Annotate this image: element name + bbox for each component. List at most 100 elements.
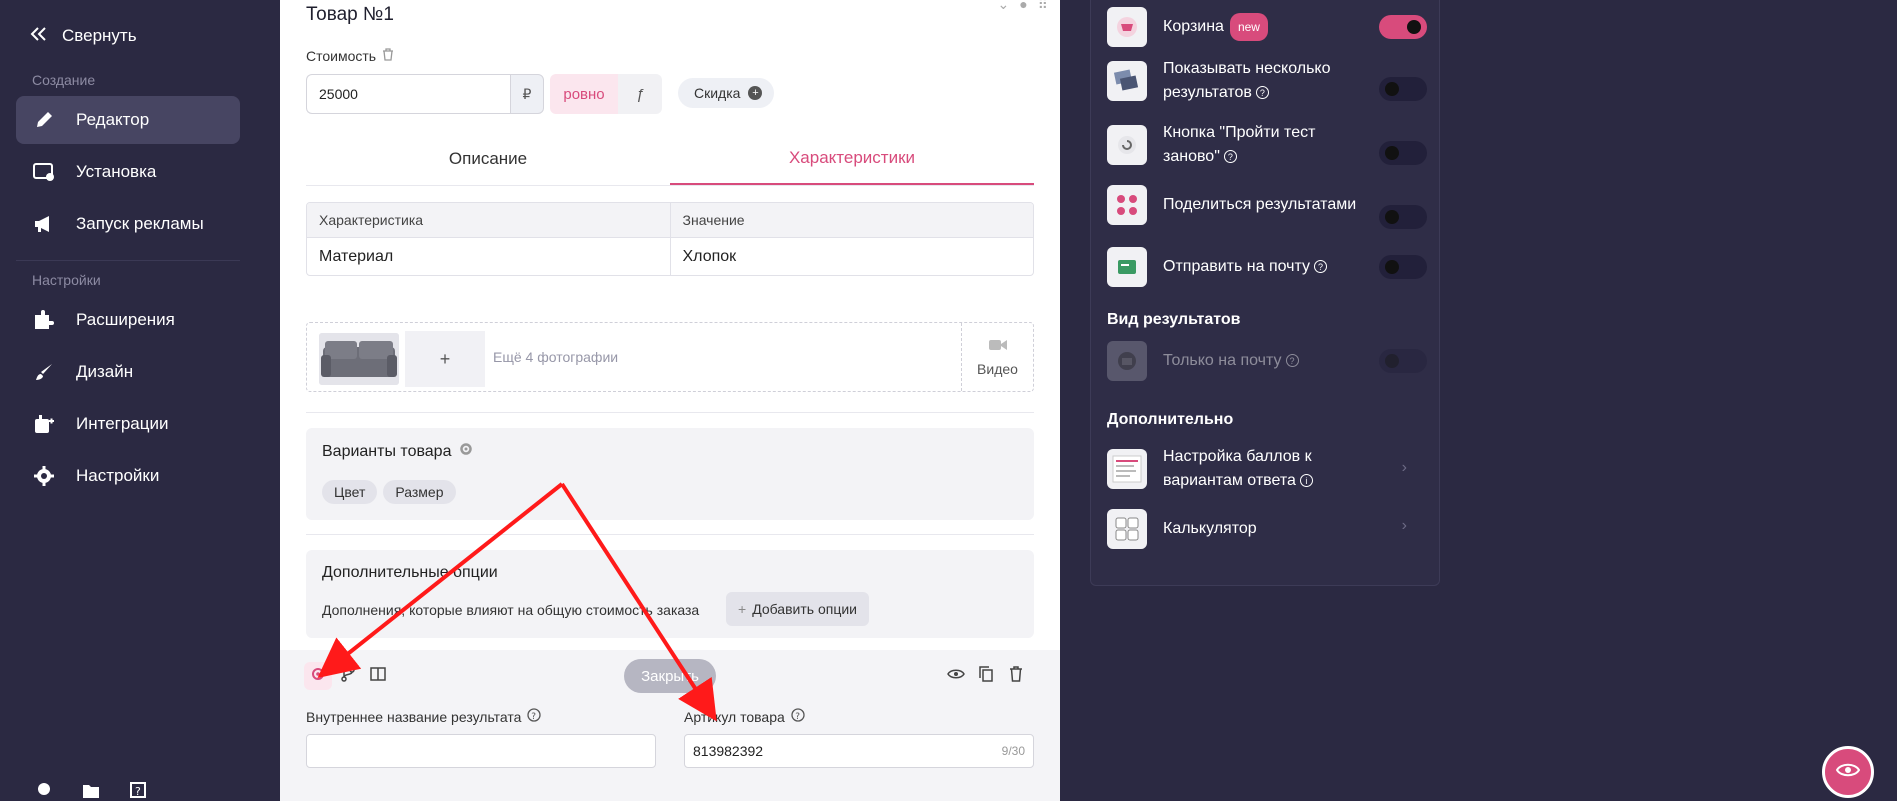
- lightbulb-icon[interactable]: [36, 782, 52, 801]
- eye-icon: [947, 667, 965, 685]
- sidebar-item-integrations[interactable]: Интеграции: [16, 400, 240, 448]
- options-block: Дополнительные опции Дополнения, которые…: [306, 550, 1034, 638]
- sidebar-item-ads[interactable]: Запуск рекламы: [16, 200, 240, 248]
- copy-icon: [979, 665, 993, 687]
- product-photo[interactable]: [319, 333, 399, 385]
- setting-cart: Корзина new: [1107, 7, 1427, 47]
- cart-icon: [1107, 7, 1147, 47]
- help-icon[interactable]: ?: [1255, 86, 1269, 100]
- gear-icon: [310, 666, 326, 687]
- cart-toggle[interactable]: [1379, 15, 1427, 39]
- scores-icon: [1107, 449, 1147, 489]
- extensions-icon: [32, 308, 56, 332]
- branch-icon: [341, 665, 355, 687]
- new-badge: new: [1229, 13, 1268, 41]
- variants-title: Варианты товара: [322, 442, 473, 461]
- price-input[interactable]: 25000: [306, 74, 510, 114]
- sidebar-divider: [16, 260, 240, 261]
- retake-toggle[interactable]: [1379, 141, 1427, 165]
- sidebar-item-label: Запуск рекламы: [76, 214, 204, 233]
- options-title: Дополнительные опции: [322, 564, 498, 581]
- variant-chip[interactable]: Размер: [383, 480, 456, 504]
- collapse-button[interactable]: Свернуть: [30, 26, 137, 46]
- sku-input[interactable]: 813982392 9/30: [684, 734, 1034, 768]
- setting-label: Только на почту?: [1163, 349, 1373, 373]
- info-icon[interactable]: i: [1299, 474, 1313, 488]
- add-photo-button[interactable]: +: [405, 331, 485, 387]
- setting-label: Поделиться результатами: [1163, 196, 1357, 213]
- preview-fab[interactable]: [1822, 746, 1874, 798]
- chevron-down-icon[interactable]: ⌄: [998, 0, 1010, 13]
- setting-show-multiple: Показывать несколько результатов?: [1107, 57, 1427, 105]
- email-only-toggle[interactable]: [1379, 349, 1427, 373]
- view-section-title: Вид результатов: [1107, 311, 1241, 328]
- sidebar-item-editor[interactable]: Редактор: [16, 96, 240, 144]
- brush-icon: [32, 360, 56, 384]
- tab-characteristics[interactable]: Характеристики: [670, 132, 1034, 185]
- table-cell[interactable]: Хлопок: [669, 238, 1034, 275]
- settings-button[interactable]: [304, 662, 332, 690]
- discount-button[interactable]: Скидка +: [678, 78, 775, 108]
- sidebar-item-install[interactable]: Установка: [16, 148, 240, 196]
- sku-counter: 9/30: [1001, 744, 1025, 758]
- tab-description[interactable]: Описание: [306, 132, 670, 185]
- help-circle-icon[interactable]: ?: [791, 708, 805, 725]
- internal-name-label: Внутреннее название результата ?: [306, 708, 542, 725]
- variant-chip[interactable]: Цвет: [322, 480, 378, 504]
- branching-button[interactable]: [334, 662, 362, 690]
- more-photos-label: Ещё 4 фотографии: [493, 349, 619, 365]
- info-icon[interactable]: ●: [1019, 0, 1027, 13]
- close-button[interactable]: Закрыть: [624, 659, 716, 693]
- section-label-settings: Настройки: [32, 272, 101, 288]
- gear-icon[interactable]: [459, 442, 473, 461]
- help-icon[interactable]: ?: [1285, 354, 1299, 368]
- collapse-label: Свернуть: [62, 26, 137, 45]
- currency-button[interactable]: ₽: [510, 74, 544, 114]
- sidebar-item-extensions[interactable]: Расширения: [16, 296, 240, 344]
- cost-label-text: Стоимость: [306, 48, 377, 64]
- setting-calculator[interactable]: Калькулятор ›: [1107, 509, 1427, 549]
- add-video-button[interactable]: Видео: [961, 323, 1033, 391]
- variants-block: Варианты товара Цвет Размер: [306, 428, 1034, 520]
- result-toolbar: Закрыть Внутреннее название результата ?…: [280, 650, 1060, 801]
- setting-label: Показывать несколько результатов?: [1163, 57, 1373, 105]
- characteristics-table: Характеристика Значение Материал Хлопок: [306, 202, 1034, 276]
- email-only-icon: [1107, 341, 1147, 381]
- share-toggle[interactable]: [1379, 205, 1427, 229]
- internal-name-label-text: Внутреннее название результата: [306, 708, 522, 725]
- scores-label: Настройка баллов к вариантам ответа: [1163, 448, 1312, 489]
- help-circle-icon[interactable]: ?: [527, 708, 542, 725]
- retake-label: Кнопка "Пройти тест заново": [1163, 124, 1316, 165]
- help-icon[interactable]: ?: [1223, 150, 1237, 164]
- video-label: Видео: [977, 360, 1018, 377]
- sku-value: 813982392: [693, 743, 764, 759]
- trash-icon[interactable]: [382, 48, 394, 64]
- upload-folder-icon[interactable]: [82, 782, 100, 801]
- preview-button[interactable]: [942, 662, 970, 690]
- divider: [306, 534, 1034, 535]
- chevrons-left-icon: [30, 26, 48, 46]
- calculator-icon: [1107, 509, 1147, 549]
- layout-button[interactable]: [364, 662, 392, 690]
- price-formula-button[interactable]: ƒ: [618, 74, 662, 114]
- sidebar-item-settings[interactable]: Настройки: [16, 452, 240, 500]
- help-icon[interactable]: ?: [1314, 260, 1328, 274]
- delete-button[interactable]: [1002, 662, 1030, 690]
- price-mode-exact-button[interactable]: ровно: [550, 74, 618, 114]
- plus-icon: +: [738, 601, 747, 617]
- show-multiple-toggle[interactable]: [1379, 77, 1427, 101]
- help-icon[interactable]: ?: [130, 782, 146, 801]
- internal-name-input[interactable]: [306, 734, 656, 768]
- table-cell[interactable]: Материал: [307, 238, 670, 275]
- variants-title-text: Варианты товара: [322, 442, 452, 460]
- variants-chips: Цвет Размер: [322, 480, 462, 504]
- sidebar-item-design[interactable]: Дизайн: [16, 348, 240, 396]
- setting-retake: Кнопка "Пройти тест заново"?: [1107, 121, 1427, 169]
- drag-handle-icon[interactable]: ⠿: [1038, 0, 1048, 13]
- setting-scores[interactable]: Настройка баллов к вариантам ответа i ›: [1107, 445, 1427, 493]
- pencil-icon: [32, 108, 56, 132]
- send-email-toggle[interactable]: [1379, 255, 1427, 279]
- copy-button[interactable]: [972, 662, 1000, 690]
- add-options-button[interactable]: + Добавить опции: [726, 592, 869, 626]
- multiple-results-icon: [1107, 61, 1147, 101]
